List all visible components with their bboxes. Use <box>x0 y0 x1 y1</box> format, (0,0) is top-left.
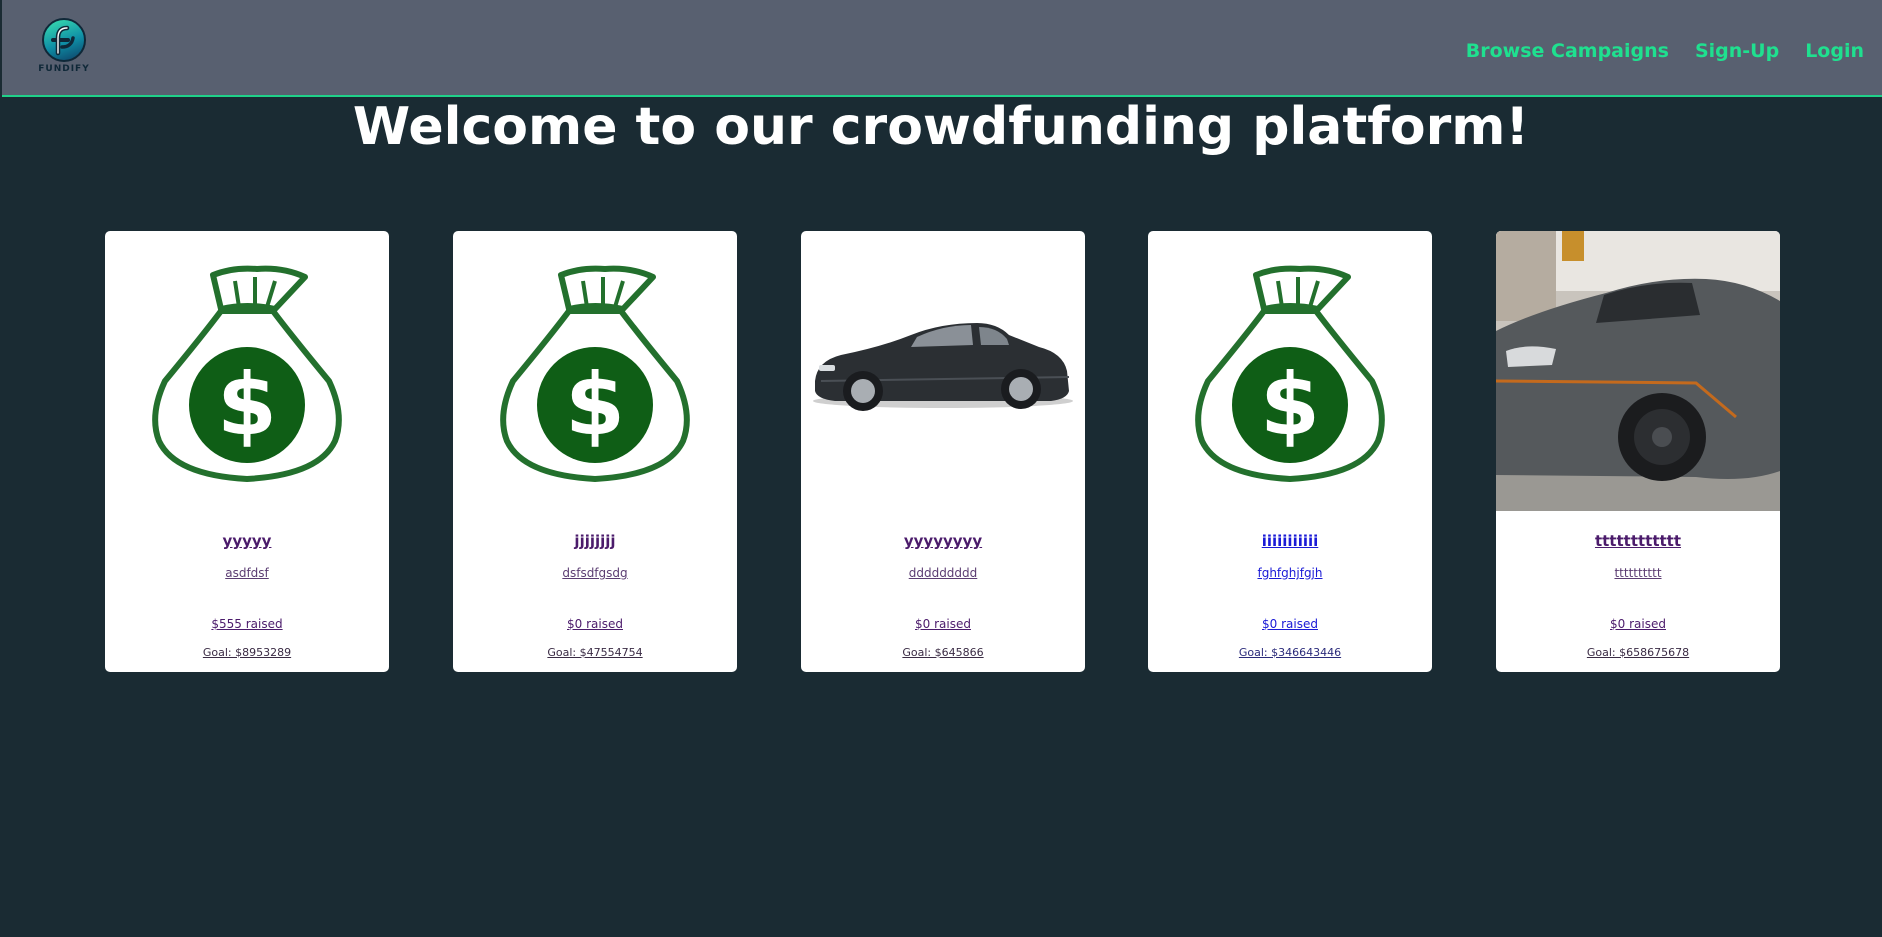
campaign-description[interactable]: fghfghjfgjh <box>1148 566 1432 580</box>
campaign-card-list: $ yyyyy asdfdsf $555 raised Goal: $89532… <box>105 231 1781 673</box>
campaign-raised[interactable]: $0 raised <box>453 617 737 631</box>
campaign-card[interactable]: $ iiiiiiiiiii fghfghjfgjh $0 raised Goal… <box>1148 231 1432 672</box>
sedan-car-photo <box>801 231 1085 511</box>
nav-login-link[interactable]: Login <box>1805 40 1864 62</box>
nav-links: Browse Campaigns Sign-Up Login <box>1466 37 1882 65</box>
svg-text:$: $ <box>565 355 625 455</box>
campaign-goal[interactable]: Goal: $645866 <box>801 646 1085 659</box>
money-bag-icon: $ <box>453 231 737 511</box>
campaign-raised[interactable]: $555 raised <box>105 617 389 631</box>
nav-sign-up-link[interactable]: Sign-Up <box>1695 40 1779 62</box>
campaign-goal[interactable]: Goal: $47554754 <box>453 646 737 659</box>
campaign-description[interactable]: tttttttttt <box>1496 566 1780 580</box>
campaign-name[interactable]: iiiiiiiiiii <box>1148 532 1432 550</box>
campaign-raised[interactable]: $0 raised <box>1148 617 1432 631</box>
campaign-name[interactable]: tttttttttttt <box>1496 532 1780 550</box>
sports-car-photo <box>1496 231 1780 511</box>
fundify-logo-icon <box>42 18 86 62</box>
campaign-name[interactable]: yyyyyyyy <box>801 532 1085 550</box>
campaign-name[interactable]: yyyyy <box>105 532 389 550</box>
campaign-raised[interactable]: $0 raised <box>1496 617 1780 631</box>
campaign-goal[interactable]: Goal: $8953289 <box>105 646 389 659</box>
campaign-name[interactable]: jjjjjjjj <box>453 532 737 550</box>
campaign-card[interactable]: yyyyyyyy ddddddddd $0 raised Goal: $6458… <box>801 231 1085 672</box>
campaign-description[interactable]: dsfsdfgsdg <box>453 566 737 580</box>
fundify-logo[interactable]: FUNDIFY <box>38 18 90 78</box>
campaign-goal[interactable]: Goal: $346643446 <box>1148 646 1432 659</box>
campaign-raised[interactable]: $0 raised <box>801 617 1085 631</box>
logo-text: FUNDIFY <box>38 64 90 74</box>
svg-text:$: $ <box>1260 355 1320 455</box>
campaign-goal[interactable]: Goal: $658675678 <box>1496 646 1780 659</box>
campaign-card[interactable]: tttttttttttt tttttttttt $0 raised Goal: … <box>1496 231 1780 672</box>
nav-browse-campaigns-link[interactable]: Browse Campaigns <box>1466 40 1669 62</box>
campaign-card[interactable]: $ jjjjjjjj dsfsdfgsdg $0 raised Goal: $4… <box>453 231 737 672</box>
campaign-card[interactable]: $ yyyyy asdfdsf $555 raised Goal: $89532… <box>105 231 389 672</box>
campaign-description[interactable]: ddddddddd <box>801 566 1085 580</box>
svg-text:$: $ <box>217 355 277 455</box>
money-bag-icon: $ <box>1148 231 1432 511</box>
navbar: FUNDIFY Browse Campaigns Sign-Up Login <box>2 0 1882 97</box>
page-title: Welcome to our crowdfunding platform! <box>352 97 1530 157</box>
money-bag-icon: $ <box>105 231 389 511</box>
campaign-description[interactable]: asdfdsf <box>105 566 389 580</box>
